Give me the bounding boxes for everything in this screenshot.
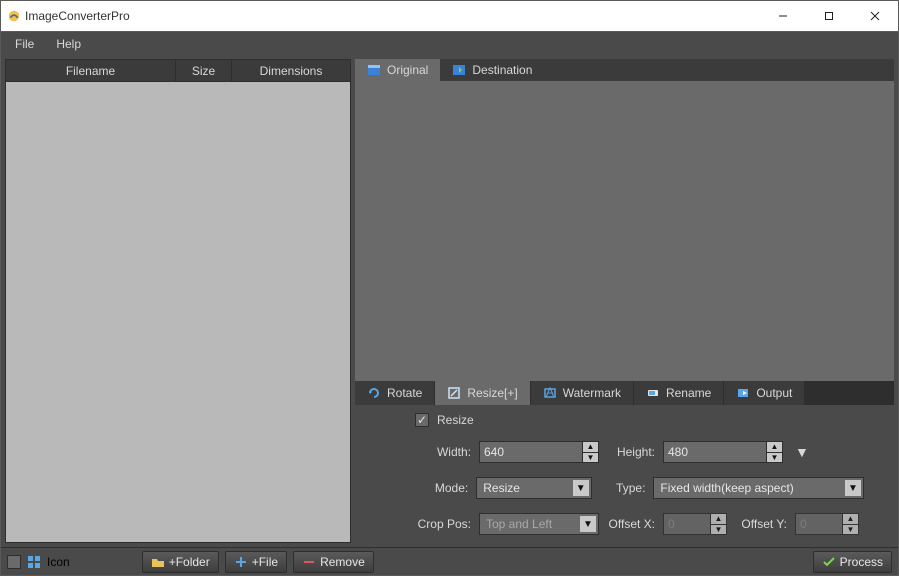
mode-label: Mode: xyxy=(415,481,468,495)
icon-view-checkbox[interactable]: ✓ xyxy=(7,555,21,569)
menu-help[interactable]: Help xyxy=(46,34,91,54)
width-input[interactable]: ▲ ▼ xyxy=(479,441,599,463)
tab-rename[interactable]: Rename xyxy=(634,381,724,405)
tab-watermark-label: Watermark xyxy=(563,386,621,400)
icon-view-label: Icon xyxy=(47,555,70,569)
type-select-value: Fixed width(keep aspect) xyxy=(660,481,793,495)
offsety-input[interactable]: ▲ ▼ xyxy=(795,513,859,535)
offsety-spin-up[interactable]: ▲ xyxy=(842,514,858,525)
process-button[interactable]: Process xyxy=(813,551,892,573)
picture-icon xyxy=(367,63,381,77)
type-select[interactable]: Fixed width(keep aspect) ▼ xyxy=(653,477,864,499)
watermark-icon: A xyxy=(543,386,557,400)
operation-tabs: Rotate Resize[+] A Watermark xyxy=(355,381,894,405)
offsetx-spin-up[interactable]: ▲ xyxy=(710,514,726,525)
offsetx-input[interactable]: ▲ ▼ xyxy=(663,513,727,535)
folder-icon xyxy=(151,555,165,569)
svg-text:A: A xyxy=(546,386,554,399)
add-file-button[interactable]: +File xyxy=(225,551,287,573)
width-spin-down[interactable]: ▼ xyxy=(582,453,598,463)
expand-toggle[interactable]: ▼ xyxy=(791,444,809,460)
offsetx-input-field xyxy=(664,514,710,534)
tab-resize-label: Resize[+] xyxy=(467,386,517,400)
tab-output[interactable]: Output xyxy=(724,381,805,405)
offsety-input-field xyxy=(796,514,842,534)
menu-file[interactable]: File xyxy=(5,34,44,54)
mode-select[interactable]: Resize ▼ xyxy=(476,477,592,499)
plus-icon xyxy=(234,555,248,569)
width-input-field[interactable] xyxy=(480,442,582,462)
width-label: Width: xyxy=(415,445,471,459)
offsety-spin-down[interactable]: ▼ xyxy=(842,525,858,535)
main-area: Filename Size Dimensions Original xyxy=(1,55,898,547)
app-icon xyxy=(7,9,21,23)
tab-rotate-label: Rotate xyxy=(387,386,422,400)
offsety-label: Offset Y: xyxy=(735,517,787,531)
croppos-label: Crop Pos: xyxy=(415,517,471,531)
preview-tabs: Original Destination xyxy=(355,59,894,81)
app-window: ImageConverterPro File Help Filename Siz… xyxy=(0,0,899,576)
height-spin-down[interactable]: ▼ xyxy=(766,453,782,463)
title-bar: ImageConverterPro xyxy=(1,1,898,31)
type-label: Type: xyxy=(600,481,646,495)
tab-original[interactable]: Original xyxy=(355,59,440,81)
resize-settings-panel: ✓ Resize Width: ▲ ▼ Height: xyxy=(355,405,894,543)
window-title: ImageConverterPro xyxy=(21,9,760,23)
tab-destination-label: Destination xyxy=(472,63,532,77)
file-list-header: Filename Size Dimensions xyxy=(6,60,350,82)
output-icon xyxy=(736,386,750,400)
height-label: Height: xyxy=(607,445,655,459)
file-list-body[interactable] xyxy=(6,82,350,542)
croppos-select-value: Top and Left xyxy=(486,517,552,531)
chevron-down-icon: ▼ xyxy=(845,480,861,496)
tab-original-label: Original xyxy=(387,63,428,77)
rotate-icon xyxy=(367,386,381,400)
check-icon xyxy=(822,555,836,569)
height-input-field[interactable] xyxy=(664,442,766,462)
remove-label: Remove xyxy=(320,555,365,569)
chevron-down-icon: ▼ xyxy=(573,480,589,496)
column-size[interactable]: Size xyxy=(176,60,232,82)
tab-rotate[interactable]: Rotate xyxy=(355,381,435,405)
height-input[interactable]: ▲ ▼ xyxy=(663,441,783,463)
bottom-toolbar: ✓ Icon +Folder +File Remove xyxy=(1,547,898,575)
minus-icon xyxy=(302,555,316,569)
export-icon xyxy=(452,63,466,77)
window-close-button[interactable] xyxy=(852,1,898,31)
process-label: Process xyxy=(840,555,883,569)
add-folder-label: +Folder xyxy=(169,555,210,569)
menu-bar: File Help xyxy=(1,31,898,55)
grid-icon xyxy=(27,555,41,569)
add-file-label: +File xyxy=(252,555,278,569)
preview-area xyxy=(355,81,894,381)
resize-enable-checkbox[interactable]: ✓ xyxy=(415,413,429,427)
file-list-pane: Filename Size Dimensions xyxy=(5,59,351,543)
height-spin-up[interactable]: ▲ xyxy=(766,442,782,453)
offsetx-spin-down[interactable]: ▼ xyxy=(710,525,726,535)
tab-rename-label: Rename xyxy=(666,386,711,400)
resize-icon xyxy=(447,386,461,400)
tab-output-label: Output xyxy=(756,386,792,400)
croppos-select[interactable]: Top and Left ▼ xyxy=(479,513,599,535)
width-spin-up[interactable]: ▲ xyxy=(582,442,598,453)
offsetx-label: Offset X: xyxy=(607,517,655,531)
column-dimensions[interactable]: Dimensions xyxy=(232,60,350,82)
tab-watermark[interactable]: A Watermark xyxy=(531,381,634,405)
window-minimize-button[interactable] xyxy=(760,1,806,31)
remove-button[interactable]: Remove xyxy=(293,551,374,573)
tab-destination[interactable]: Destination xyxy=(440,59,544,81)
right-pane: Original Destination Rotate xyxy=(355,59,894,543)
window-maximize-button[interactable] xyxy=(806,1,852,31)
tab-resize[interactable]: Resize[+] xyxy=(435,381,530,405)
chevron-down-icon: ▼ xyxy=(580,516,596,532)
rename-icon xyxy=(646,386,660,400)
add-folder-button[interactable]: +Folder xyxy=(142,551,219,573)
column-filename[interactable]: Filename xyxy=(6,60,176,82)
resize-enable-label: Resize xyxy=(437,413,474,427)
mode-select-value: Resize xyxy=(483,481,520,495)
